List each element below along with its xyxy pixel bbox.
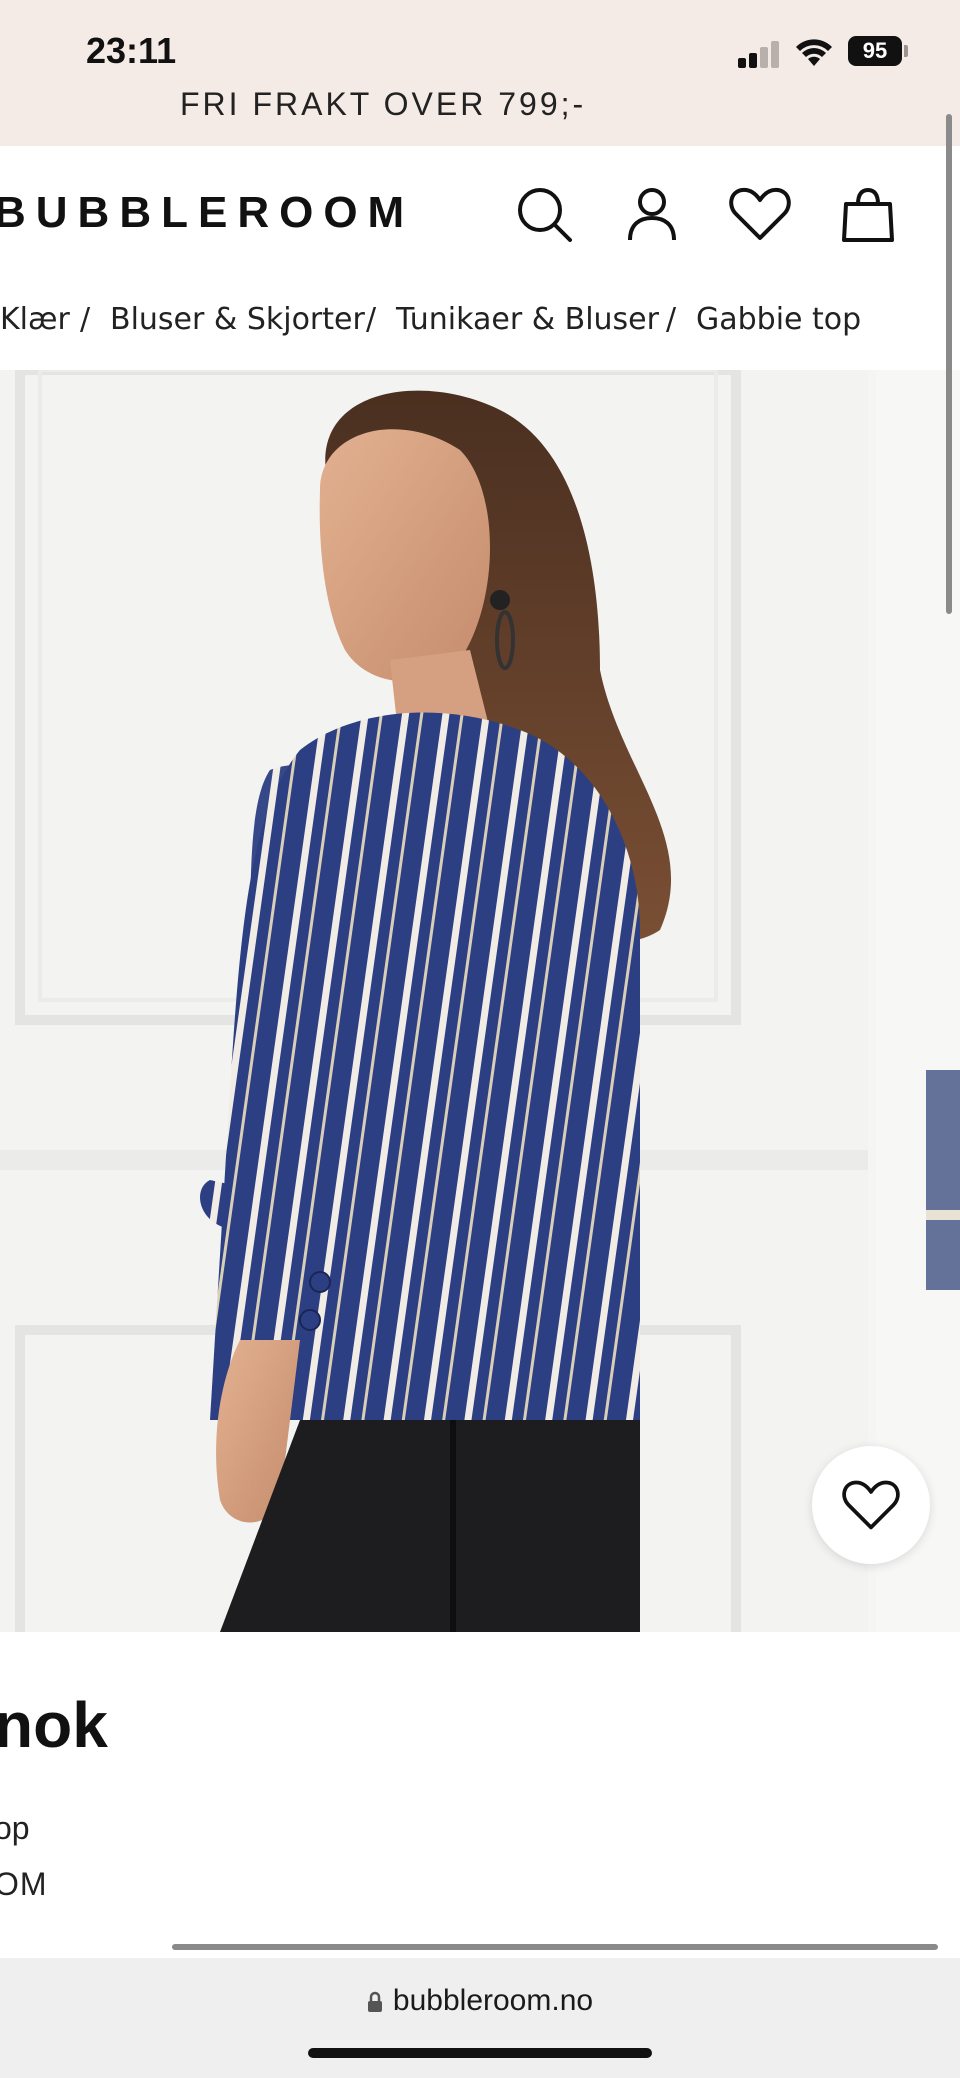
promo-banner[interactable]: FRI FRAKT OVER 799;-	[0, 86, 960, 146]
status-bar: 23:11 95	[0, 0, 960, 100]
product-gallery[interactable]	[0, 370, 960, 1632]
product-brand[interactable]: OM	[0, 1866, 48, 1903]
breadcrumb-separator: /	[80, 302, 91, 337]
breadcrumb-item-klaer[interactable]: Klær	[0, 302, 70, 337]
wishlist-icon[interactable]	[728, 182, 792, 246]
site-header: BUBBLEROOM	[0, 146, 960, 286]
status-time: 23:11	[86, 30, 177, 71]
product-photo[interactable]	[0, 370, 868, 1632]
account-icon[interactable]	[620, 182, 684, 246]
horizontal-scrollbar[interactable]	[172, 1944, 938, 1950]
breadcrumb-separator: /	[666, 302, 677, 337]
lock-icon	[367, 1991, 382, 2013]
product-name: op	[0, 1810, 30, 1846]
cart-icon[interactable]	[836, 182, 900, 246]
breadcrumb-item-bluser-skjorter[interactable]: Bluser & Skjorter	[110, 302, 365, 337]
cellular-signal-icon	[738, 40, 782, 68]
home-indicator[interactable]	[308, 2048, 652, 2058]
search-icon[interactable]	[512, 182, 576, 246]
add-to-wishlist-button[interactable]	[812, 1446, 930, 1564]
wifi-icon	[796, 39, 832, 66]
url-text: bubbleroom.no	[392, 1984, 594, 2017]
battery-cap	[904, 45, 908, 57]
breadcrumb-item-tunikaer-bluser[interactable]: Tunikaer & Bluser	[396, 302, 659, 337]
battery-icon: 95	[848, 36, 902, 66]
heart-icon	[842, 1480, 900, 1530]
product-title: nok	[0, 1689, 108, 1761]
url-display[interactable]: bubbleroom.no	[0, 1984, 960, 2018]
site-logo[interactable]: BUBBLEROOM	[0, 188, 414, 238]
breadcrumb: Klær / Bluser & Skjorter / Tunikaer & Bl…	[0, 296, 960, 346]
vertical-scrollbar[interactable]	[946, 114, 952, 614]
browser-url-bar[interactable]: bubbleroom.no	[0, 1958, 960, 2078]
breadcrumb-separator: /	[366, 302, 377, 337]
breadcrumb-item-current: Gabbie top	[696, 302, 862, 337]
product-info: nok op OM	[0, 1632, 960, 1957]
promo-text: FRI FRAKT OVER 799;-	[180, 86, 587, 122]
